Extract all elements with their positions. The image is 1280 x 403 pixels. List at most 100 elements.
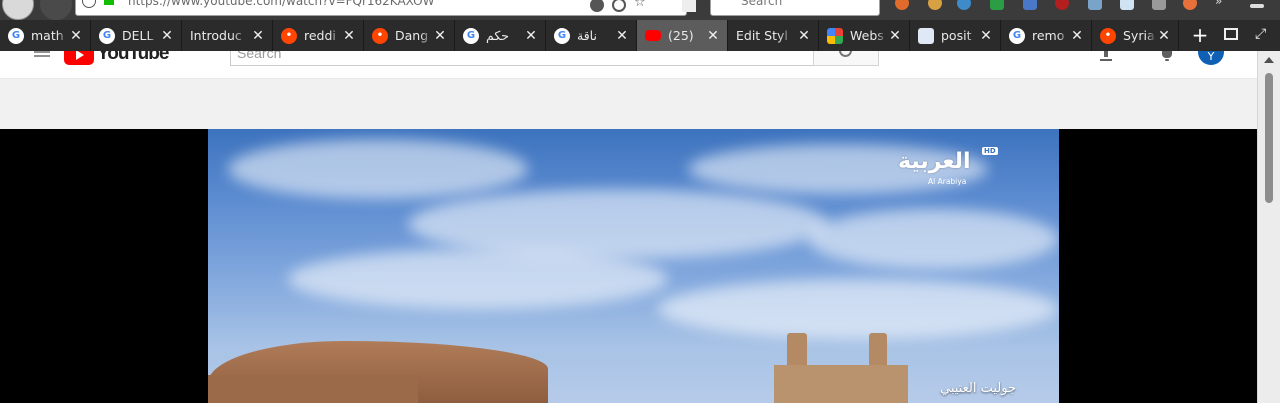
tab-title: ناقة (577, 28, 597, 43)
extension-icon-8[interactable] (1120, 0, 1134, 10)
new-tab-button[interactable]: + (1188, 22, 1212, 48)
extension-icon-5[interactable] (1023, 0, 1037, 10)
close-icon[interactable]: ✕ (68, 28, 84, 44)
reddit-icon: • (1100, 27, 1116, 44)
google-icon: G (99, 27, 115, 44)
youtube-search-placeholder: Search (237, 51, 282, 61)
channel-watermark-subtitle: Al Arabiya (928, 177, 967, 186)
tab-title: DELL (122, 28, 154, 43)
search-icon (839, 51, 852, 57)
extension-icon-2[interactable] (928, 0, 942, 10)
youtube-search-input[interactable]: Search (230, 51, 814, 66)
video-player[interactable]: العربية HD Al Arabiya جوليت العتيبي (0, 129, 1257, 403)
close-icon[interactable]: ✕ (432, 28, 448, 44)
secure-lock-icon (104, 0, 114, 5)
masthead-spacer (0, 79, 1257, 129)
upload-icon[interactable] (1100, 51, 1112, 61)
overflow-chevron-icon[interactable]: » (1215, 0, 1229, 8)
fortress-wall (774, 365, 908, 403)
youtube-icon (645, 30, 661, 41)
extension-icon-6[interactable] (1055, 0, 1069, 10)
menu-icon[interactable] (1250, 4, 1264, 8)
tab-13[interactable]: • Syria ✕ (1092, 20, 1179, 51)
video-frame[interactable]: العربية HD Al Arabiya جوليت العتيبي (208, 129, 1059, 403)
fullscreen-icon[interactable]: ⤢ (1255, 26, 1266, 42)
avatar[interactable]: Y (1198, 51, 1224, 65)
youtube-logo[interactable]: YouTube (64, 51, 169, 65)
youtube-search-button[interactable] (813, 51, 879, 66)
extension-icon-3[interactable] (957, 0, 971, 10)
cloud (658, 279, 1058, 339)
tab-title: Introduc (190, 28, 242, 43)
close-icon[interactable]: ✕ (1156, 28, 1172, 44)
google-icon: G (1009, 27, 1025, 44)
youtube-header: YouTube Search Y (0, 51, 1257, 79)
scroll-up-arrow-icon[interactable] (1264, 57, 1274, 63)
extension-icon-9[interactable] (1152, 0, 1166, 10)
tab-title: Dang (395, 28, 429, 43)
tab-9[interactable]: Edit Styl ✕ (728, 20, 819, 51)
close-icon[interactable]: ✕ (614, 28, 630, 44)
tab-title: remo (1032, 28, 1065, 43)
back-button[interactable] (2, 0, 34, 20)
browser-navigation-bar: https://www.youtube.com/watch?v=FQr162KA… (0, 0, 1280, 20)
web-icon (827, 27, 843, 44)
tab-7[interactable]: G ناقة ✕ (546, 20, 637, 51)
scrollbar-thumb[interactable] (1265, 73, 1273, 203)
extension-icon-10[interactable] (1183, 0, 1197, 10)
reddit-icon: • (372, 27, 388, 44)
extension-icon-4[interactable] (990, 0, 1004, 10)
close-icon[interactable]: ✕ (887, 28, 903, 44)
close-icon[interactable]: ✕ (796, 28, 812, 44)
reader-view-icon[interactable] (682, 0, 696, 12)
google-icon: G (554, 27, 570, 44)
forward-button[interactable] (40, 0, 72, 20)
close-icon[interactable]: ✕ (159, 28, 175, 44)
tab-title: Edit Styl (736, 28, 788, 43)
extension-icon-7[interactable] (1088, 0, 1102, 10)
close-icon[interactable]: ✕ (1069, 28, 1085, 44)
youtube-play-icon (64, 51, 94, 65)
tab-6[interactable]: G حكم ✕ (455, 20, 546, 51)
close-icon[interactable]: ✕ (523, 28, 539, 44)
notifications-bell-icon[interactable] (1160, 51, 1174, 61)
close-icon[interactable]: ✕ (341, 28, 357, 44)
tab-title: (25) (668, 28, 694, 43)
reddit-icon: • (281, 27, 297, 44)
tab-1[interactable]: Gmath ✕ (0, 20, 91, 51)
tab-2[interactable]: G DELL ✕ (91, 20, 182, 51)
browser-search-bar[interactable]: Search (710, 0, 880, 16)
close-icon[interactable]: ✕ (250, 28, 266, 44)
tab-5[interactable]: • Dang ✕ (364, 20, 455, 51)
cloud (808, 209, 1058, 269)
tab-10[interactable]: Webs ✕ (819, 20, 910, 51)
tab-title: حكم (486, 28, 509, 43)
tab-title: posit (941, 28, 972, 43)
info-icon[interactable] (82, 0, 96, 8)
cursor-icon (918, 27, 934, 44)
tab-11[interactable]: posit ✕ (910, 20, 1001, 51)
video-caption: جوليت العتيبي (940, 381, 1016, 396)
tab-8[interactable]: (25) ✕ (637, 20, 728, 51)
tab-3[interactable]: Introduc ✕ (182, 20, 273, 51)
cloud (288, 249, 668, 309)
browser-search-placeholder: Search (741, 0, 783, 8)
tab-title: reddi (304, 28, 336, 43)
close-icon[interactable]: ✕ (978, 28, 994, 44)
sidebar-toggle-icon[interactable] (1224, 28, 1238, 40)
google-icon: G (463, 27, 479, 44)
page-scrollbar[interactable] (1257, 51, 1280, 403)
url-text: https://www.youtube.com/watch?v=FQr162KA… (128, 0, 435, 8)
youtube-logo-text: YouTube (97, 51, 169, 64)
tab-4[interactable]: • reddi ✕ (273, 20, 364, 51)
tab-title: Syria (1123, 28, 1155, 43)
tab-title: Webs (850, 28, 884, 43)
tab-12[interactable]: Gremo ✕ (1001, 20, 1092, 51)
extension-icon-1[interactable] (895, 0, 909, 10)
hamburger-menu-icon[interactable] (34, 51, 50, 61)
close-icon[interactable]: ✕ (705, 28, 721, 44)
channel-watermark: العربية (898, 149, 971, 174)
bookmark-star-icon[interactable]: ☆ (634, 0, 648, 10)
cloud (228, 139, 528, 199)
tab-strip: Gmath ✕ G DELL ✕ Introduc ✕ • reddi ✕ • Dang ✕ G حكم ✕ G… (0, 20, 1280, 51)
